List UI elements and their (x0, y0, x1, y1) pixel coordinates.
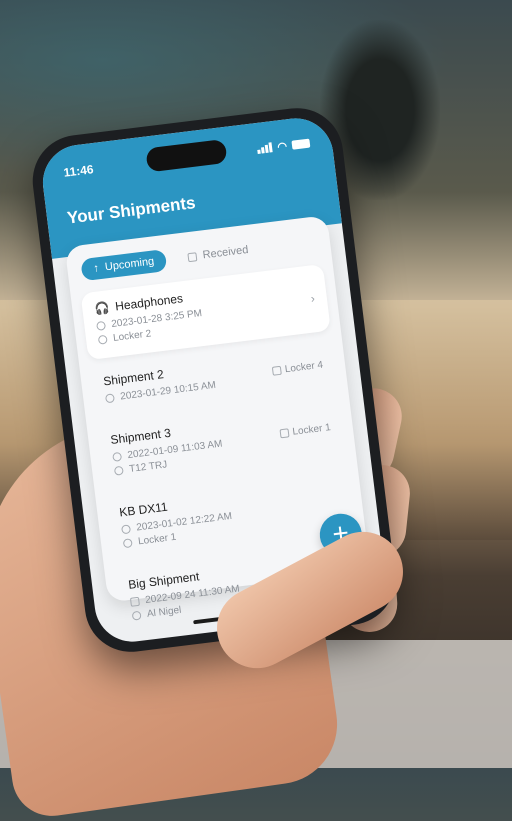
locker-icon (279, 428, 290, 439)
locker-icon (271, 365, 282, 376)
shipment-name: Shipment 2 (102, 367, 165, 389)
status-time: 11:46 (62, 162, 95, 180)
box-icon (187, 251, 198, 262)
clock-icon (112, 451, 123, 462)
arrow-up-icon: ↑ (92, 262, 100, 275)
shipment-name: KB DX11 (118, 499, 169, 520)
calendar-icon (129, 596, 140, 607)
shipment-name: Headphones (114, 291, 184, 314)
person-icon (131, 610, 142, 621)
chevron-right-icon: › (309, 291, 316, 306)
locker-icon (97, 334, 108, 345)
shipment-code: T12 TRJ (128, 459, 168, 475)
tab-received[interactable]: Received (187, 244, 249, 263)
dynamic-island (145, 138, 228, 173)
shipment-locker: Locker 2 (112, 328, 152, 344)
wifi-icon: ◠ (276, 139, 288, 153)
person-icon (122, 538, 133, 549)
shipment-name: Shipment 3 (109, 425, 172, 448)
shipment-locker: Locker 1 (137, 531, 177, 548)
tab-upcoming[interactable]: ↑ Upcoming (80, 249, 168, 282)
battery-icon (291, 138, 311, 150)
shipment-recipient: Al Nigel (146, 604, 182, 620)
location-icon (113, 465, 124, 476)
page-title: Your Shipments (66, 193, 197, 228)
clock-icon (104, 393, 115, 404)
clock-icon (96, 320, 107, 331)
clock-icon (121, 524, 132, 535)
signal-icon (257, 142, 274, 154)
headphones-icon: 🎧 (93, 300, 111, 316)
